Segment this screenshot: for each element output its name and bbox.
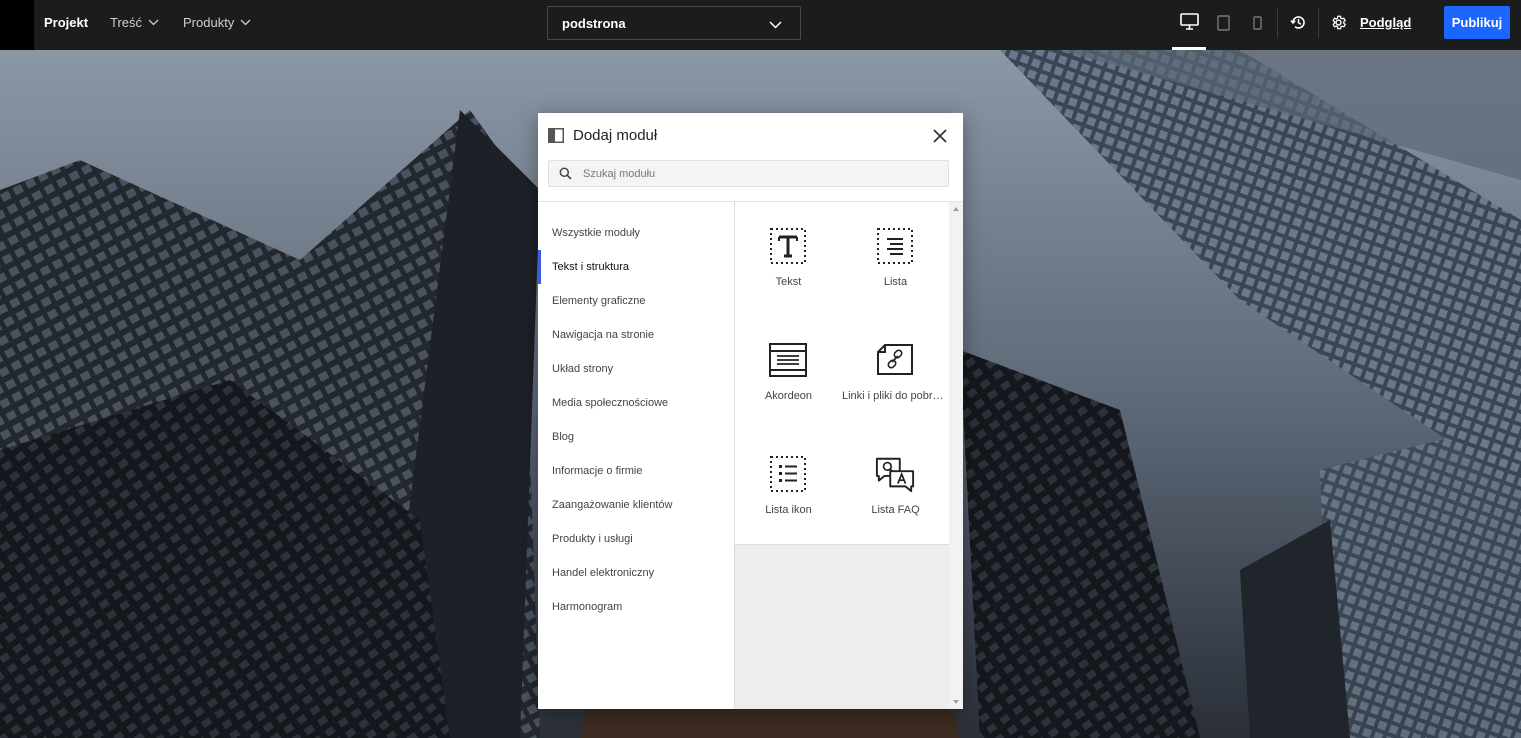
history-button[interactable] [1281,0,1315,50]
category-item[interactable]: Wszystkie moduły [538,216,735,250]
nav-produkty-label: Produkty [183,15,235,30]
category-list: Wszystkie moduły Tekst i struktura Eleme… [538,202,735,709]
module-tile-lista-ikon[interactable]: Lista ikon [735,430,843,545]
module-label: Lista [883,276,908,288]
accordion-icon [768,340,808,380]
icon-list-icon [768,454,808,494]
module-tile-lista[interactable]: Lista [842,202,950,317]
module-label: Linki i pliki do pobrania [842,390,949,402]
add-module-dialog: Dodaj moduł Wszystkie moduły Tekst i str… [538,113,963,709]
module-tile-lista-faq[interactable]: Lista FAQ [842,430,950,545]
links-files-icon [875,340,915,380]
scroll-up-arrow-icon[interactable] [953,207,959,211]
nav-tresc-label: Treść [110,15,143,30]
settings-button[interactable] [1321,0,1355,50]
module-tile-linki-pliki[interactable]: Linki i pliki do pobrania [842,316,950,431]
page-selector-value: podstrona [562,15,626,31]
page-selector[interactable]: podstrona [547,6,801,40]
panel-icon [548,128,564,148]
category-item[interactable]: Handel elektroniczny [538,556,735,590]
category-item-active[interactable]: Tekst i struktura [538,250,735,284]
module-grid: Tekst Lista Akordeon Linki i pliki do po… [734,202,950,709]
dialog-title: Dodaj moduł [573,127,658,144]
module-tile-tekst[interactable]: Tekst [735,202,843,317]
preview-link[interactable]: Podgląd [1360,0,1411,45]
chevron-down-icon [769,17,782,32]
desktop-view-button[interactable] [1172,0,1206,50]
chevron-down-icon [240,19,251,26]
nav-tresc[interactable]: Treść [110,0,159,45]
mobile-view-button[interactable] [1240,0,1274,50]
text-icon [768,226,808,266]
category-item[interactable]: Produkty i usługi [538,522,735,556]
search-input[interactable] [583,161,943,186]
close-icon[interactable] [931,127,949,145]
category-item[interactable]: Media społecznościowe [538,386,735,420]
nav-projekt-label: Projekt [44,15,89,30]
module-grid-scrollbar[interactable] [949,202,963,709]
category-item[interactable]: Układ strony [538,352,735,386]
category-item[interactable]: Zaangażowanie klientów [538,488,735,522]
scroll-down-arrow-icon[interactable] [953,700,959,704]
category-item[interactable]: Elementy graficzne [538,284,735,318]
module-label: Lista FAQ [871,504,920,516]
history-icon [1289,14,1307,36]
nav-produkty[interactable]: Produkty [183,0,251,45]
search-icon [559,167,572,185]
faq-icon [875,454,915,494]
nav-projekt[interactable]: Projekt [44,0,88,45]
module-label: Lista ikon [765,504,812,516]
category-item[interactable]: Informacje o firmie [538,454,735,488]
module-label: Akordeon [764,390,813,402]
dialog-header: Dodaj moduł [538,113,963,159]
desktop-icon [1179,12,1199,35]
chevron-down-icon [148,19,159,26]
toolbar-divider [1277,8,1278,38]
toolbar-divider [1318,8,1319,38]
gear-icon [1330,14,1347,36]
module-tile-akordeon[interactable]: Akordeon [735,316,843,431]
list-icon [875,226,915,266]
category-item[interactable]: Blog [538,420,735,454]
left-edge-block [0,0,34,50]
category-item[interactable]: Nawigacja na stronie [538,318,735,352]
module-label: Tekst [775,276,802,288]
tablet-view-button[interactable] [1206,0,1240,50]
mobile-icon [1252,15,1262,35]
tablet-icon [1216,14,1230,36]
top-bar: Projekt Treść Produkty podstrona Podgląd… [0,0,1521,50]
category-item[interactable]: Harmonogram [538,590,735,624]
module-search [548,160,949,187]
publish-button[interactable]: Publikuj [1444,6,1510,39]
